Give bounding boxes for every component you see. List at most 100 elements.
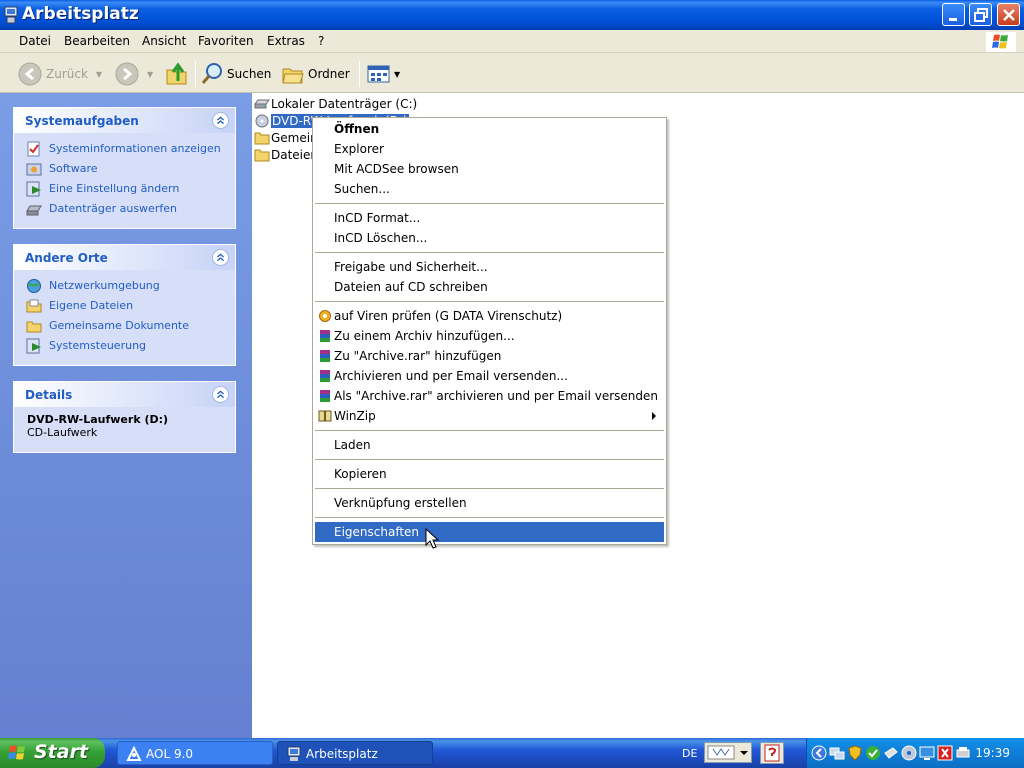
forward-arrow-icon bbox=[115, 62, 139, 86]
menu-item-incd-erase[interactable]: InCD Löschen... bbox=[315, 228, 664, 248]
details-title: Details bbox=[25, 388, 73, 402]
link-software[interactable]: Software bbox=[14, 159, 235, 179]
menu-bearbeiten[interactable]: Bearbeiten bbox=[64, 34, 130, 48]
minimize-button[interactable] bbox=[942, 3, 965, 26]
menu-ansicht[interactable]: Ansicht bbox=[142, 34, 186, 48]
menu-item-archive-rar-email[interactable]: Als "Archive.rar" archivieren und per Em… bbox=[315, 386, 664, 406]
forward-button[interactable]: ▼ bbox=[115, 61, 153, 87]
views-dropdown-icon[interactable]: ▼ bbox=[394, 70, 400, 79]
disc-tray-icon[interactable] bbox=[901, 745, 917, 761]
menu-separator bbox=[315, 203, 664, 204]
back-dropdown-icon[interactable]: ▼ bbox=[96, 70, 102, 79]
menu-separator bbox=[315, 301, 664, 302]
link-system-info[interactable]: Systeminformationen anzeigen bbox=[14, 139, 235, 159]
restore-button[interactable] bbox=[969, 3, 992, 26]
taskbar-button-arbeitsplatz[interactable]: Arbeitsplatz bbox=[277, 741, 433, 765]
eject-drive-icon bbox=[26, 205, 42, 216]
tray-expand-icon[interactable] bbox=[811, 745, 827, 761]
folders-button[interactable]: Ordner bbox=[282, 61, 350, 87]
file-label: Dateien bbox=[271, 147, 319, 162]
display-tray-icon[interactable] bbox=[919, 745, 935, 761]
menu-extras[interactable]: Extras bbox=[267, 34, 305, 48]
help-toolbar-button[interactable] bbox=[760, 742, 784, 764]
title-bar[interactable]: Arbeitsplatz bbox=[0, 0, 1024, 30]
hard-drive-icon bbox=[254, 99, 270, 108]
link-control-panel[interactable]: Systemsteuerung bbox=[14, 336, 235, 356]
help-note-icon bbox=[764, 744, 780, 762]
menu-item-winzip[interactable]: WinZip bbox=[315, 406, 664, 426]
software-icon bbox=[26, 163, 42, 176]
other-places-panel: Andere Orte Netzwerkumgebung Eigene Date… bbox=[13, 244, 236, 366]
taskbar-button-aol[interactable]: AOL 9.0 bbox=[117, 741, 273, 765]
system-tasks-panel: Systemaufgaben Systeminformationen anzei… bbox=[13, 107, 236, 229]
details-item-name: DVD-RW-Laufwerk (D:) bbox=[27, 413, 169, 426]
collapse-chevron-icon[interactable] bbox=[212, 386, 229, 403]
back-button[interactable]: Zurück ▼ bbox=[18, 61, 102, 87]
menu-item-add-archive[interactable]: Zu einem Archiv hinzufügen... bbox=[315, 326, 664, 346]
window-title: Arbeitsplatz bbox=[22, 4, 139, 24]
link-eject-disk[interactable]: Datenträger auswerfen bbox=[14, 199, 235, 219]
forward-dropdown-icon[interactable]: ▼ bbox=[147, 70, 153, 79]
search-button[interactable]: Suchen bbox=[201, 61, 271, 87]
alert-tray-icon[interactable] bbox=[937, 745, 953, 761]
winzip-icon bbox=[318, 410, 332, 422]
restore-icon bbox=[974, 8, 988, 22]
list-item[interactable]: Lokaler Datenträger (C:) bbox=[254, 95, 417, 112]
network-globe-icon bbox=[27, 279, 41, 293]
menu-item-copy[interactable]: Kopieren bbox=[315, 464, 664, 484]
menu-item-load[interactable]: Laden bbox=[315, 435, 664, 455]
link-network[interactable]: Netzwerkumgebung bbox=[14, 276, 235, 296]
menu-help[interactable]: ? bbox=[318, 34, 324, 48]
network-tray-icon[interactable] bbox=[829, 745, 845, 761]
menu-item-label: Zu "Archive.rar" hinzufügen bbox=[334, 349, 502, 363]
collapse-chevron-icon[interactable] bbox=[212, 112, 229, 129]
menu-item-explorer[interactable]: Explorer bbox=[315, 139, 664, 159]
menu-item-sharing[interactable]: Freigabe und Sicherheit... bbox=[315, 257, 664, 277]
link-label: Netzwerkumgebung bbox=[49, 279, 160, 292]
safely-remove-icon[interactable] bbox=[883, 745, 899, 761]
printer-tray-icon[interactable] bbox=[955, 745, 971, 761]
list-item[interactable]: Dateien bbox=[254, 146, 318, 163]
windows-logo-icon bbox=[8, 745, 25, 760]
menu-item-add-archive-rar[interactable]: Zu "Archive.rar" hinzufügen bbox=[315, 346, 664, 366]
link-change-setting[interactable]: Eine Einstellung ändern bbox=[14, 179, 235, 199]
views-button[interactable]: ▼ bbox=[367, 61, 400, 87]
menu-item-label: InCD Löschen... bbox=[334, 231, 428, 245]
menu-bar: Datei Bearbeiten Ansicht Favoriten Extra… bbox=[0, 30, 1024, 53]
control-panel-icon bbox=[26, 181, 41, 197]
menu-item-create-shortcut[interactable]: Verknüpfung erstellen bbox=[315, 493, 664, 513]
link-my-documents[interactable]: Eigene Dateien bbox=[14, 296, 235, 316]
close-button[interactable] bbox=[997, 3, 1020, 26]
start-button[interactable]: Start bbox=[0, 738, 105, 768]
close-icon bbox=[1003, 9, 1015, 21]
language-bar[interactable] bbox=[704, 742, 752, 763]
menu-item-properties[interactable]: Eigenschaften bbox=[315, 522, 664, 542]
menu-item-open[interactable]: Öffnen bbox=[315, 119, 664, 139]
security-shield-icon[interactable] bbox=[847, 745, 863, 761]
details-header[interactable]: Details bbox=[14, 382, 235, 407]
menu-item-archive-email[interactable]: Archivieren und per Email versenden... bbox=[315, 366, 664, 386]
task-label: AOL 9.0 bbox=[146, 747, 194, 761]
menu-datei[interactable]: Datei bbox=[19, 34, 51, 48]
details-item-type: CD-Laufwerk bbox=[27, 426, 98, 439]
link-shared-documents[interactable]: Gemeinsame Dokumente bbox=[14, 316, 235, 336]
clock[interactable]: 19:39 bbox=[975, 746, 1010, 760]
collapse-chevron-icon[interactable] bbox=[212, 249, 229, 266]
menu-item-label: Archivieren und per Email versenden... bbox=[334, 369, 568, 383]
other-places-header[interactable]: Andere Orte bbox=[14, 245, 235, 270]
up-folder-button[interactable] bbox=[166, 61, 188, 87]
menu-item-search[interactable]: Suchen... bbox=[315, 179, 664, 199]
language-indicator[interactable]: DE bbox=[682, 747, 697, 760]
winrar-icon bbox=[320, 350, 330, 362]
menu-item-acdsee[interactable]: Mit ACDSee browsen bbox=[315, 159, 664, 179]
antivirus-tray-icon[interactable] bbox=[865, 745, 881, 761]
menu-item-virus-scan[interactable]: auf Viren prüfen (G DATA Virenschutz) bbox=[315, 306, 664, 326]
system-tasks-header[interactable]: Systemaufgaben bbox=[14, 108, 235, 133]
menu-item-label: Explorer bbox=[334, 142, 384, 156]
menu-item-burn-cd[interactable]: Dateien auf CD schreiben bbox=[315, 277, 664, 297]
menu-item-incd-format[interactable]: InCD Format... bbox=[315, 208, 664, 228]
menu-favoriten[interactable]: Favoriten bbox=[198, 34, 254, 48]
mouse-pointer-icon bbox=[425, 528, 439, 549]
menu-item-label: Suchen... bbox=[334, 182, 390, 196]
menu-item-label: Als "Archive.rar" archivieren und per Em… bbox=[334, 389, 659, 403]
